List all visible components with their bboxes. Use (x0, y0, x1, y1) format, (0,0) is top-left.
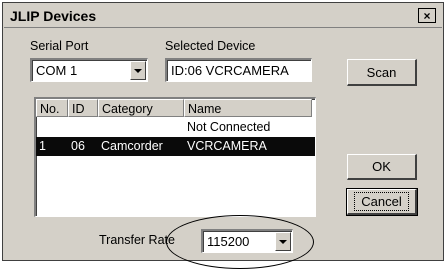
close-button[interactable]: × (418, 8, 436, 23)
cancel-button-label: Cancel (354, 192, 409, 211)
close-icon: × (423, 8, 431, 23)
dialog-title: JLIP Devices (10, 8, 97, 24)
device-name: Not Connected (187, 120, 271, 134)
transfer-rate-label: Transfer Rate (99, 233, 175, 247)
jlip-devices-dialog: JLIP Devices × Serial Port COM 1 Selecte… (2, 2, 444, 269)
scan-button[interactable]: Scan (347, 59, 417, 86)
serial-port-select[interactable]: COM 1 (30, 58, 148, 82)
column-header-name[interactable]: Name (184, 99, 312, 117)
device-list[interactable]: No. ID Category Name Not Connected 1 06 … (34, 97, 316, 217)
device-category: Camcorder (101, 139, 163, 153)
device-no: 1 (39, 139, 46, 153)
selected-device-field[interactable]: ID:06 VCRCAMERA (165, 58, 312, 82)
column-header-id[interactable]: ID (68, 99, 98, 117)
device-name: VCRCAMERA (187, 139, 267, 153)
list-item[interactable]: Not Connected (36, 118, 315, 137)
ok-button[interactable]: OK (347, 154, 417, 180)
serial-port-dropdown-button[interactable] (130, 61, 146, 80)
cancel-button[interactable]: Cancel (346, 188, 418, 216)
chevron-down-icon (134, 68, 142, 73)
serial-port-label: Serial Port (30, 39, 89, 53)
transfer-rate-value: 115200 (207, 234, 250, 249)
transfer-rate-dropdown-button[interactable] (275, 232, 291, 251)
selected-device-value: ID:06 VCRCAMERA (171, 63, 289, 78)
list-item-selected[interactable]: 1 06 Camcorder VCRCAMERA (36, 137, 315, 156)
ok-button-label: OK (372, 159, 391, 174)
column-header-category[interactable]: Category (98, 99, 184, 117)
selected-device-label: Selected Device (165, 39, 256, 53)
scan-button-label: Scan (366, 64, 397, 80)
transfer-rate-select[interactable]: 115200 (201, 229, 293, 253)
chevron-down-icon (279, 239, 287, 244)
device-id: 06 (71, 139, 85, 153)
column-header-no[interactable]: No. (36, 99, 68, 117)
title-bar[interactable]: JLIP Devices × (4, 4, 442, 28)
serial-port-value: COM 1 (36, 63, 78, 78)
